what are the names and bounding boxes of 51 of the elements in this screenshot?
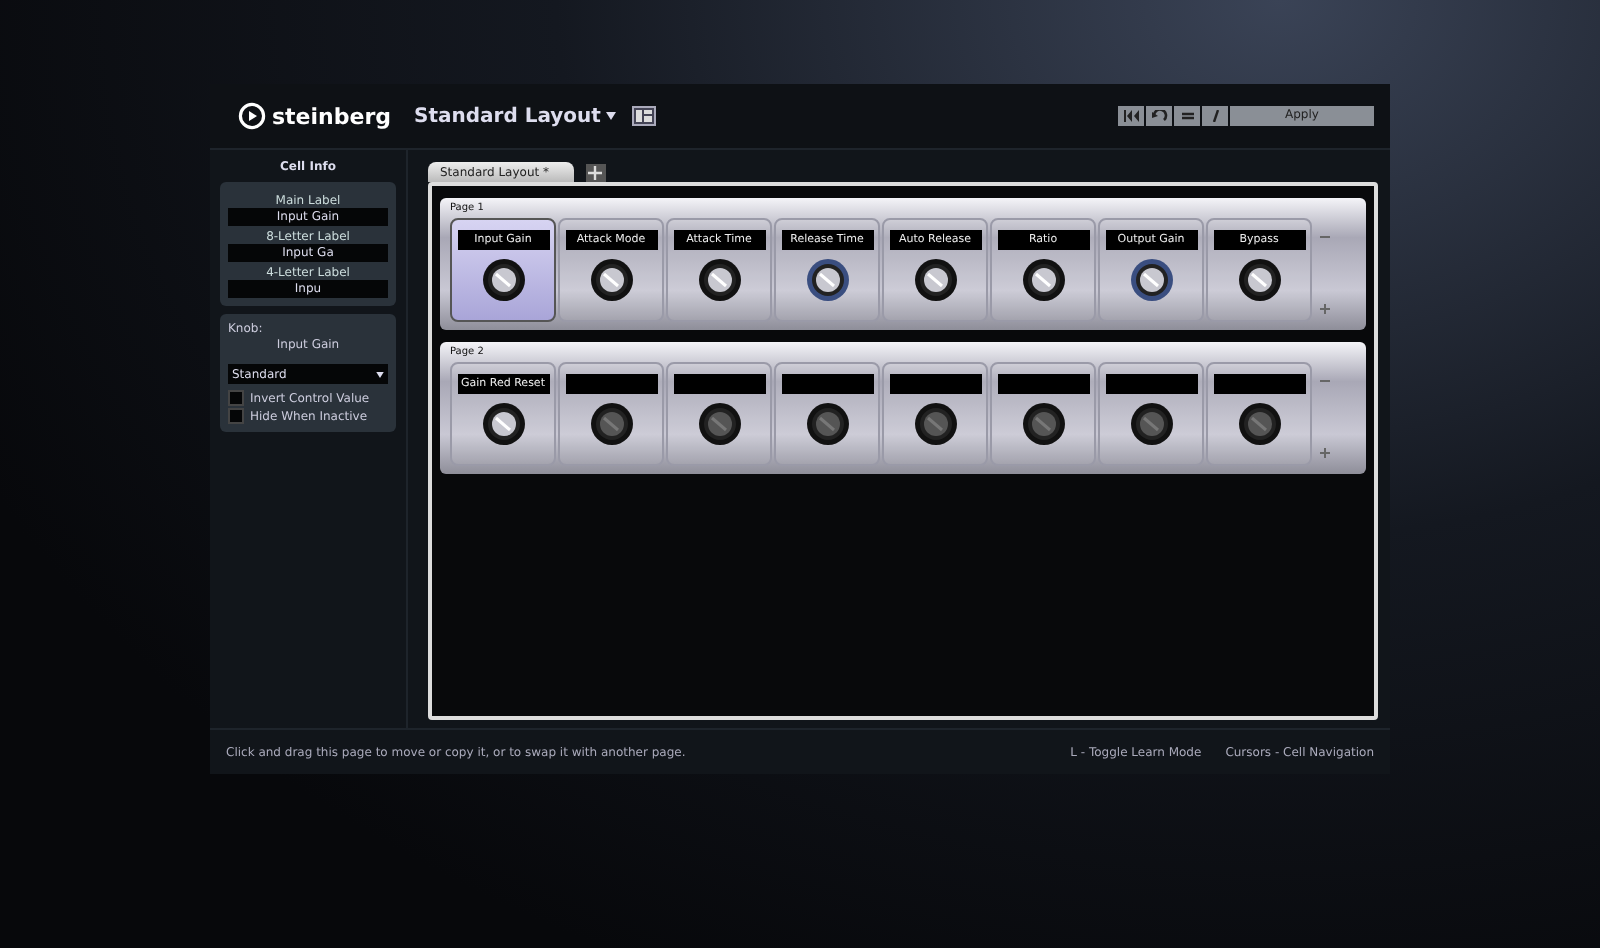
knob-cell[interactable]	[1206, 362, 1312, 466]
scroll-down-icon[interactable]	[1320, 304, 1330, 314]
empty-label-slot	[997, 374, 1089, 394]
skip-back-icon	[1123, 110, 1139, 122]
slash-icon	[1207, 110, 1223, 122]
knob-icon[interactable]	[913, 402, 957, 446]
knob-cell[interactable]	[666, 362, 772, 466]
knob-icon[interactable]	[1237, 402, 1281, 446]
knob-icon[interactable]	[697, 402, 741, 446]
knob-icon[interactable]	[913, 258, 957, 302]
knob-cell[interactable]	[1098, 362, 1204, 466]
knob-cell[interactable]	[990, 362, 1096, 466]
knob-icon[interactable]	[1129, 402, 1173, 446]
knob-icon[interactable]	[805, 402, 849, 446]
knob-icon[interactable]	[589, 258, 633, 302]
knob-icon[interactable]	[697, 258, 741, 302]
empty-label-slot	[1105, 374, 1197, 394]
knob-cell[interactable]	[558, 362, 664, 466]
lines-icon	[1179, 110, 1195, 122]
empty-label-slot	[1213, 374, 1305, 394]
knob-icon[interactable]	[1021, 258, 1065, 302]
caret-icon	[606, 112, 617, 120]
knob-icon[interactable]	[1021, 402, 1065, 446]
brand-name: steinberg	[272, 103, 392, 129]
knob-icon[interactable]	[589, 402, 633, 446]
layout-icon[interactable]	[632, 106, 657, 126]
skip-back-button[interactable]	[1118, 106, 1144, 126]
undo-icon	[1151, 110, 1167, 122]
knob-icon[interactable]	[1129, 258, 1173, 302]
scroll-up-icon[interactable]	[1320, 234, 1330, 240]
edit-button[interactable]	[1202, 106, 1228, 126]
empty-label-slot	[673, 374, 765, 394]
caret-icon	[376, 371, 384, 377]
knob-cell[interactable]	[882, 362, 988, 466]
knob-cell[interactable]	[774, 362, 880, 466]
checkbox[interactable]	[228, 390, 244, 406]
empty-label-slot	[889, 374, 981, 394]
checkbox[interactable]	[228, 408, 244, 424]
add-tab-button[interactable]	[585, 164, 606, 182]
knob-icon[interactable]	[1237, 258, 1281, 302]
logo-icon	[238, 102, 266, 130]
empty-label-slot	[565, 374, 657, 394]
scroll-up-icon[interactable]	[1320, 378, 1330, 384]
empty-label-slot	[781, 374, 873, 394]
knob-icon[interactable]	[481, 402, 525, 446]
knob-icon[interactable]	[805, 258, 849, 302]
scroll-down-icon[interactable]	[1320, 448, 1330, 458]
swap-button[interactable]	[1174, 106, 1200, 126]
knob-icon[interactable]	[481, 258, 525, 302]
layout-menu[interactable]: Standard Layout	[414, 105, 617, 127]
undo-button[interactable]	[1146, 106, 1172, 126]
